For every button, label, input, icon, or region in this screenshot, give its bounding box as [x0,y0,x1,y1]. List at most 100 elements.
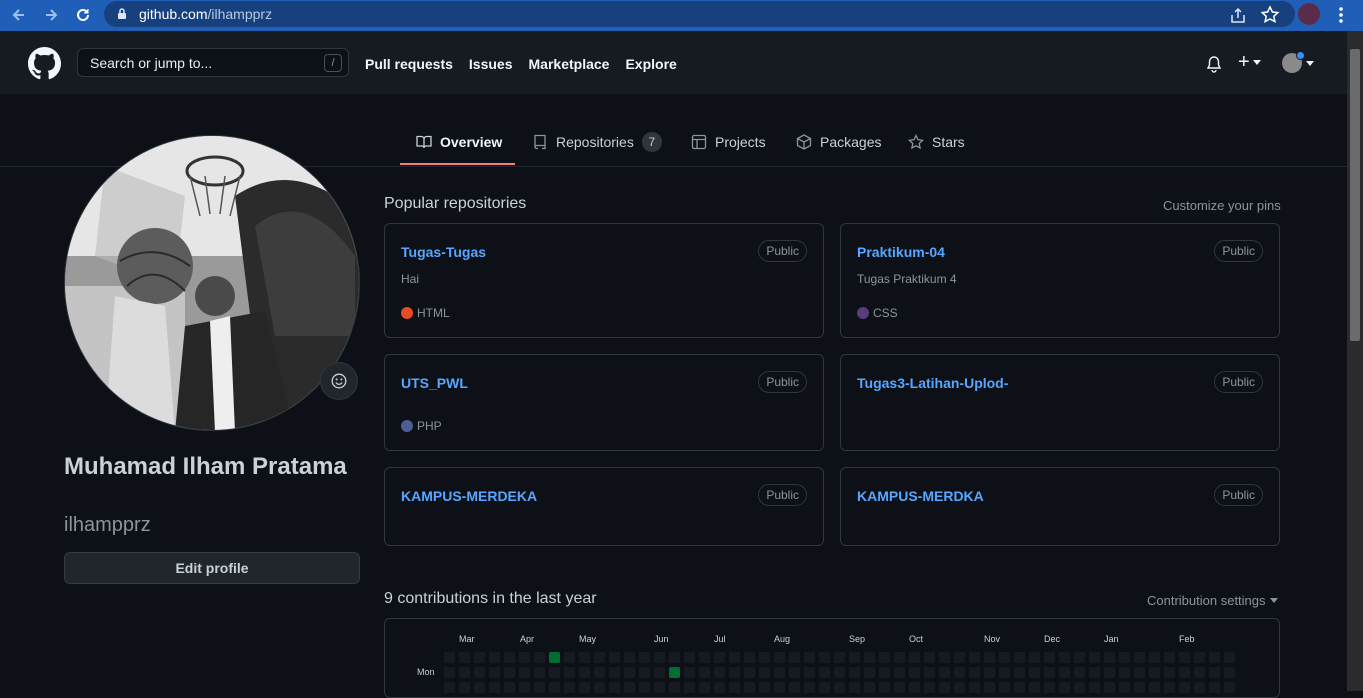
contribution-day-cell[interactable] [1209,682,1220,693]
contribution-day-cell[interactable] [939,652,950,663]
contribution-day-cell[interactable] [789,652,800,663]
contribution-day-cell[interactable] [1209,667,1220,678]
contribution-day-cell[interactable] [1059,667,1070,678]
contribution-day-cell[interactable] [504,682,515,693]
contribution-day-cell[interactable] [699,682,710,693]
contribution-day-cell[interactable] [1164,682,1175,693]
contribution-day-cell[interactable] [1059,652,1070,663]
contribution-day-cell[interactable] [444,667,455,678]
contribution-day-cell[interactable] [999,652,1010,663]
contribution-day-cell[interactable] [534,682,545,693]
share-icon[interactable] [1228,6,1248,26]
contribution-day-cell[interactable] [879,652,890,663]
contribution-day-cell[interactable] [1194,652,1205,663]
bookmark-star-icon[interactable] [1260,5,1280,25]
contribution-day-cell[interactable] [894,682,905,693]
contribution-day-cell[interactable] [624,682,635,693]
contribution-day-cell[interactable] [684,652,695,663]
contribution-day-cell[interactable] [729,652,740,663]
contribution-day-cell[interactable] [744,682,755,693]
tab-projects[interactable]: Projects [691,133,766,151]
contribution-day-cell[interactable] [1044,667,1055,678]
contribution-day-cell[interactable] [834,652,845,663]
contribution-day-cell[interactable] [1014,652,1025,663]
contribution-day-cell[interactable] [564,652,575,663]
scrollbar-thumb[interactable] [1350,49,1360,341]
contribution-day-cell[interactable] [444,682,455,693]
contribution-day-cell[interactable] [819,652,830,663]
contribution-day-cell[interactable] [519,667,530,678]
contribution-day-cell[interactable] [849,682,860,693]
contribution-day-cell[interactable] [714,667,725,678]
contribution-day-cell[interactable] [1089,682,1100,693]
repo-name-link[interactable]: KAMPUS-MERDKA [857,488,984,504]
contribution-day-cell[interactable] [1179,667,1190,678]
contribution-day-cell[interactable] [1029,682,1040,693]
contribution-settings-dropdown[interactable]: Contribution settings [1147,593,1278,608]
contribution-day-cell[interactable] [1044,652,1055,663]
contribution-day-cell[interactable] [1224,682,1235,693]
contribution-day-cell[interactable] [894,667,905,678]
contribution-day-cell[interactable] [519,682,530,693]
back-icon[interactable] [9,5,29,25]
contribution-day-cell[interactable] [1029,652,1040,663]
contribution-day-cell[interactable] [759,667,770,678]
contribution-day-cell[interactable] [984,667,995,678]
user-menu[interactable] [1282,51,1314,73]
contribution-day-cell[interactable] [579,667,590,678]
contribution-day-cell[interactable] [774,667,785,678]
browser-profile-avatar[interactable] [1298,3,1320,25]
contribution-day-cell[interactable] [444,652,455,663]
contribution-day-cell[interactable] [819,682,830,693]
contribution-day-cell[interactable] [684,667,695,678]
contribution-day-cell[interactable] [609,682,620,693]
contribution-day-cell[interactable] [864,652,875,663]
contribution-day-cell[interactable] [819,667,830,678]
contribution-day-cell[interactable] [594,652,605,663]
contribution-day-cell[interactable] [474,682,485,693]
contribution-day-cell[interactable] [1044,682,1055,693]
contribution-day-cell[interactable] [519,652,530,663]
contribution-day-cell[interactable] [639,652,650,663]
contribution-day-cell[interactable] [489,667,500,678]
contribution-day-cell[interactable] [804,652,815,663]
contribution-day-cell[interactable] [954,667,965,678]
contribution-day-cell[interactable] [729,682,740,693]
contribution-day-cell[interactable] [939,682,950,693]
create-new-menu[interactable]: + [1238,52,1261,72]
contribution-day-cell[interactable] [1119,682,1130,693]
contribution-day-cell[interactable] [909,652,920,663]
contribution-day-cell[interactable] [1074,652,1085,663]
contribution-day-cell[interactable] [1149,667,1160,678]
contribution-day-cell[interactable] [489,682,500,693]
repo-name-link[interactable]: UTS_PWL [401,375,468,391]
contribution-day-cell[interactable] [534,667,545,678]
contribution-day-cell[interactable] [999,682,1010,693]
contribution-day-cell[interactable] [609,667,620,678]
contribution-day-cell[interactable] [654,667,665,678]
contribution-day-cell[interactable] [699,652,710,663]
contribution-day-cell[interactable] [804,682,815,693]
contribution-day-cell[interactable] [879,682,890,693]
nav-issues[interactable]: Issues [469,56,513,72]
contribution-day-cell[interactable] [1179,652,1190,663]
contribution-day-cell[interactable] [549,652,560,663]
contribution-day-cell[interactable] [909,667,920,678]
contribution-day-cell[interactable] [939,667,950,678]
nav-pull-requests[interactable]: Pull requests [365,56,453,72]
contribution-day-cell[interactable] [1224,667,1235,678]
contribution-day-cell[interactable] [1119,652,1130,663]
contribution-day-cell[interactable] [459,652,470,663]
edit-profile-button[interactable]: Edit profile [64,552,360,584]
contribution-day-cell[interactable] [1104,682,1115,693]
tab-stars[interactable]: Stars [908,133,965,151]
contribution-day-cell[interactable] [669,667,680,678]
contribution-day-cell[interactable] [624,667,635,678]
contribution-day-cell[interactable] [804,667,815,678]
contribution-day-cell[interactable] [1089,667,1100,678]
contribution-day-cell[interactable] [1149,652,1160,663]
contribution-day-cell[interactable] [759,652,770,663]
contribution-day-cell[interactable] [1014,682,1025,693]
contribution-day-cell[interactable] [504,667,515,678]
contribution-day-cell[interactable] [654,682,665,693]
